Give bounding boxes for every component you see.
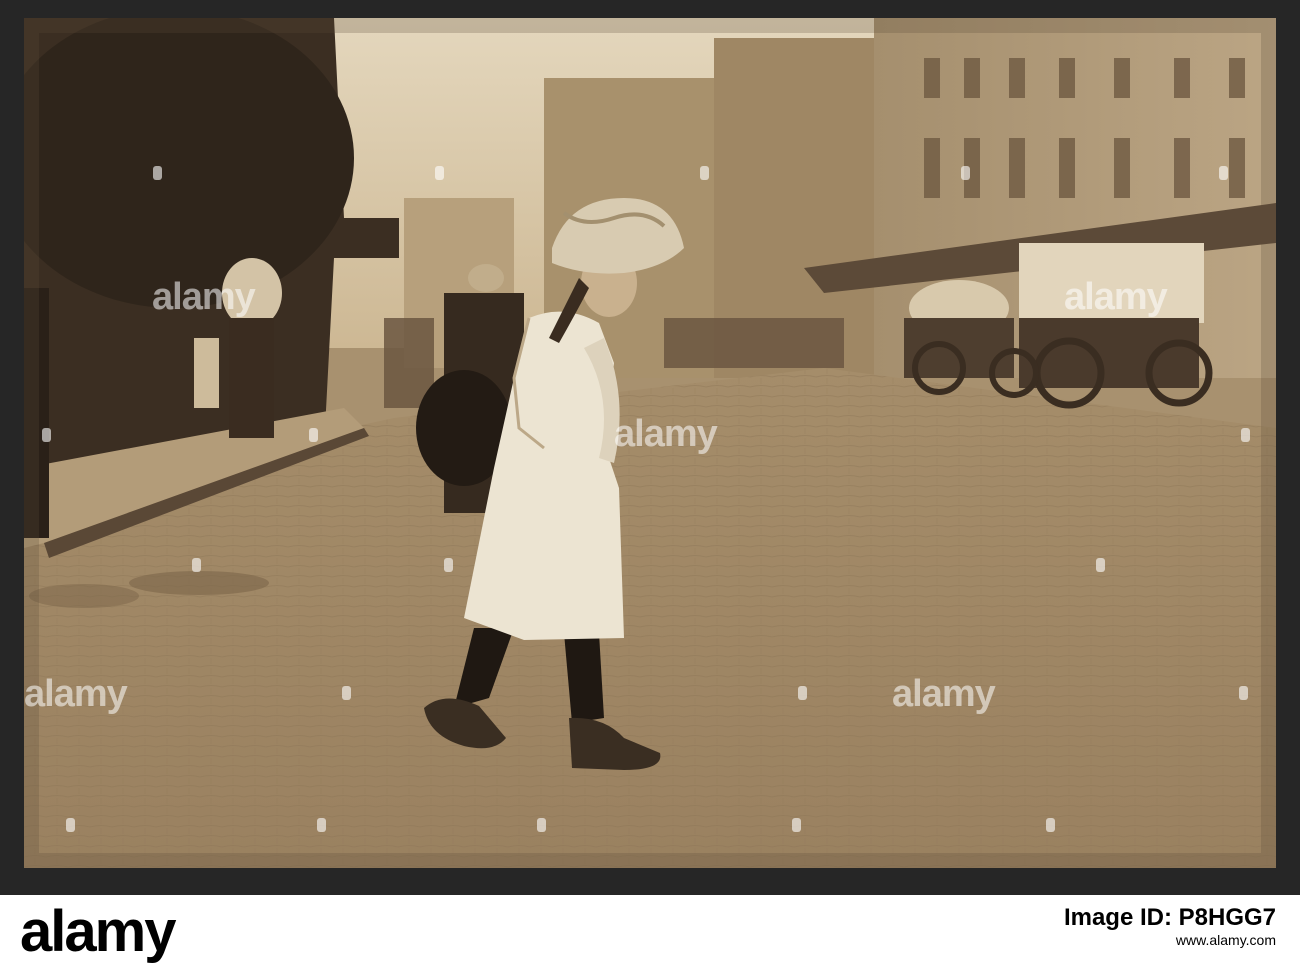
sepia-photograph: alamy alamy alamy alamy alamy: [24, 18, 1276, 868]
horse-wagon: [1019, 243, 1213, 409]
alamy-logo: alamy: [20, 899, 276, 964]
street-shadow: [129, 571, 269, 595]
photograph-scene: [24, 18, 1276, 868]
site-url: www.alamy.com: [1175, 932, 1276, 948]
street-shadow: [29, 584, 139, 608]
logo-wordmark: alamy: [20, 899, 176, 964]
image-id-block: Image ID: P8HGG7 www.alamy.com: [1064, 905, 1276, 949]
stock-footer: alamy Image ID: P8HGG7 www.alamy.com: [0, 895, 1300, 973]
image-id: Image ID: P8HGG7: [1063, 904, 1276, 931]
photo-frame: alamy alamy alamy alamy alamy: [0, 0, 1300, 895]
